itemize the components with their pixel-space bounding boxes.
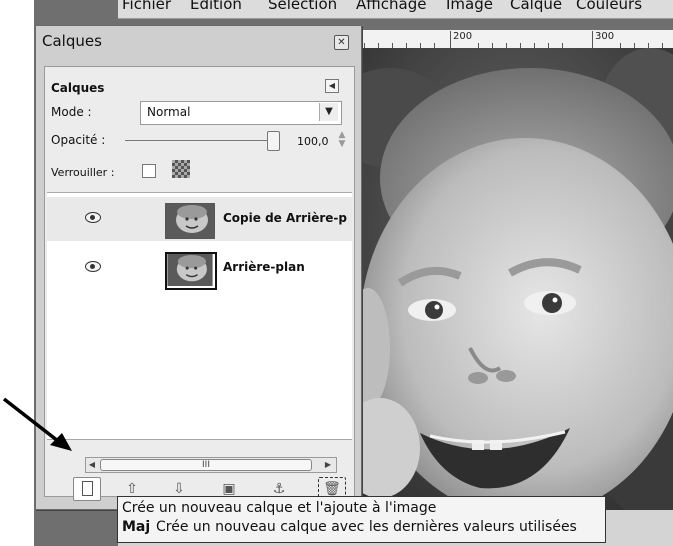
layers-panel: Calques ◀ Mode : Normal ▼ Opacité : 100,…: [44, 66, 355, 501]
horizontal-ruler: 200 300: [360, 30, 673, 49]
alpha-checker-icon: [172, 160, 190, 178]
tab-menu-icon[interactable]: ◀: [325, 79, 339, 93]
layer-row[interactable]: Copie de Arrière-p: [47, 197, 352, 241]
opacity-value[interactable]: 100,0: [297, 135, 329, 148]
eye-icon[interactable]: [85, 212, 101, 223]
mode-label: Mode :: [51, 105, 92, 119]
menubar: Fichier Édition Sélection Affichage Imag…: [118, 0, 673, 19]
layer-thumbnail: [165, 203, 215, 239]
arrow-up-icon: ⇧: [126, 481, 138, 497]
tab-layers[interactable]: Calques: [51, 81, 104, 95]
dock-title: Calques: [42, 32, 102, 50]
layer-name[interactable]: Arrière-plan: [223, 260, 305, 274]
layer-list: Copie de Arrière-p Arrière-plan: [47, 192, 352, 440]
tooltip: Crée un nouveau calque et l'ajoute à l'i…: [117, 496, 606, 543]
trash-icon: 🗑: [323, 481, 341, 497]
lock-alpha-checkbox[interactable]: [142, 164, 156, 178]
layers-dock: Calques ✕ Calques ◀ Mode : Normal ▼ Opac…: [35, 25, 362, 510]
menu-calque[interactable]: Calque: [510, 0, 562, 13]
tooltip-line1: Crée un nouveau calque et l'ajoute à l'i…: [122, 500, 437, 516]
opacity-label: Opacité :: [51, 133, 106, 147]
mode-value: Normal: [147, 105, 191, 119]
horizontal-scrollbar[interactable]: ◀ III ▶: [85, 457, 337, 473]
anchor-icon: ⚓: [272, 481, 286, 497]
menu-selection[interactable]: Sélection: [268, 0, 337, 13]
menu-affichage[interactable]: Affichage: [356, 0, 426, 13]
lock-label: Verrouiller :: [51, 166, 115, 179]
mode-select[interactable]: Normal ▼: [140, 101, 342, 125]
menu-couleurs[interactable]: Couleurs: [576, 0, 642, 13]
close-icon[interactable]: ✕: [334, 35, 349, 50]
chevron-down-icon[interactable]: ▼: [319, 103, 338, 121]
child-photo: [360, 48, 673, 510]
layer-row[interactable]: Arrière-plan: [47, 246, 352, 290]
layer-thumbnail-image: [167, 254, 213, 286]
pointer-arrow-icon: [2, 397, 72, 451]
opacity-slider-track[interactable]: [125, 140, 275, 141]
menu-fichier[interactable]: Fichier: [122, 0, 171, 13]
ruler-label-200: 200: [453, 31, 473, 42]
spin-arrows-icon[interactable]: ▲ ▼: [337, 131, 347, 149]
menu-edition[interactable]: Édition: [190, 0, 242, 13]
opacity-slider-handle[interactable]: [267, 131, 280, 151]
layer-thumbnail-image: [166, 204, 214, 238]
layer-thumbnail: [165, 252, 217, 290]
scroll-right-icon[interactable]: ▶: [322, 458, 334, 472]
menu-image[interactable]: Image: [446, 0, 493, 13]
arrow-down-icon: ⇩: [173, 481, 185, 497]
duplicate-icon: ▣: [222, 481, 236, 497]
dock-titlebar[interactable]: Calques ✕: [36, 26, 361, 56]
tooltip-modifier: Maj: [122, 519, 151, 535]
ruler-label-300: 300: [595, 31, 615, 42]
eye-icon[interactable]: [85, 261, 101, 272]
layer-name[interactable]: Copie de Arrière-p: [223, 211, 347, 225]
image-canvas[interactable]: [360, 48, 673, 510]
scrollbar-thumb[interactable]: III: [100, 459, 312, 471]
new-layer-button[interactable]: [73, 477, 101, 501]
tooltip-line2: Crée un nouveau calque avec les dernière…: [156, 519, 577, 535]
scroll-left-icon[interactable]: ◀: [86, 458, 98, 472]
